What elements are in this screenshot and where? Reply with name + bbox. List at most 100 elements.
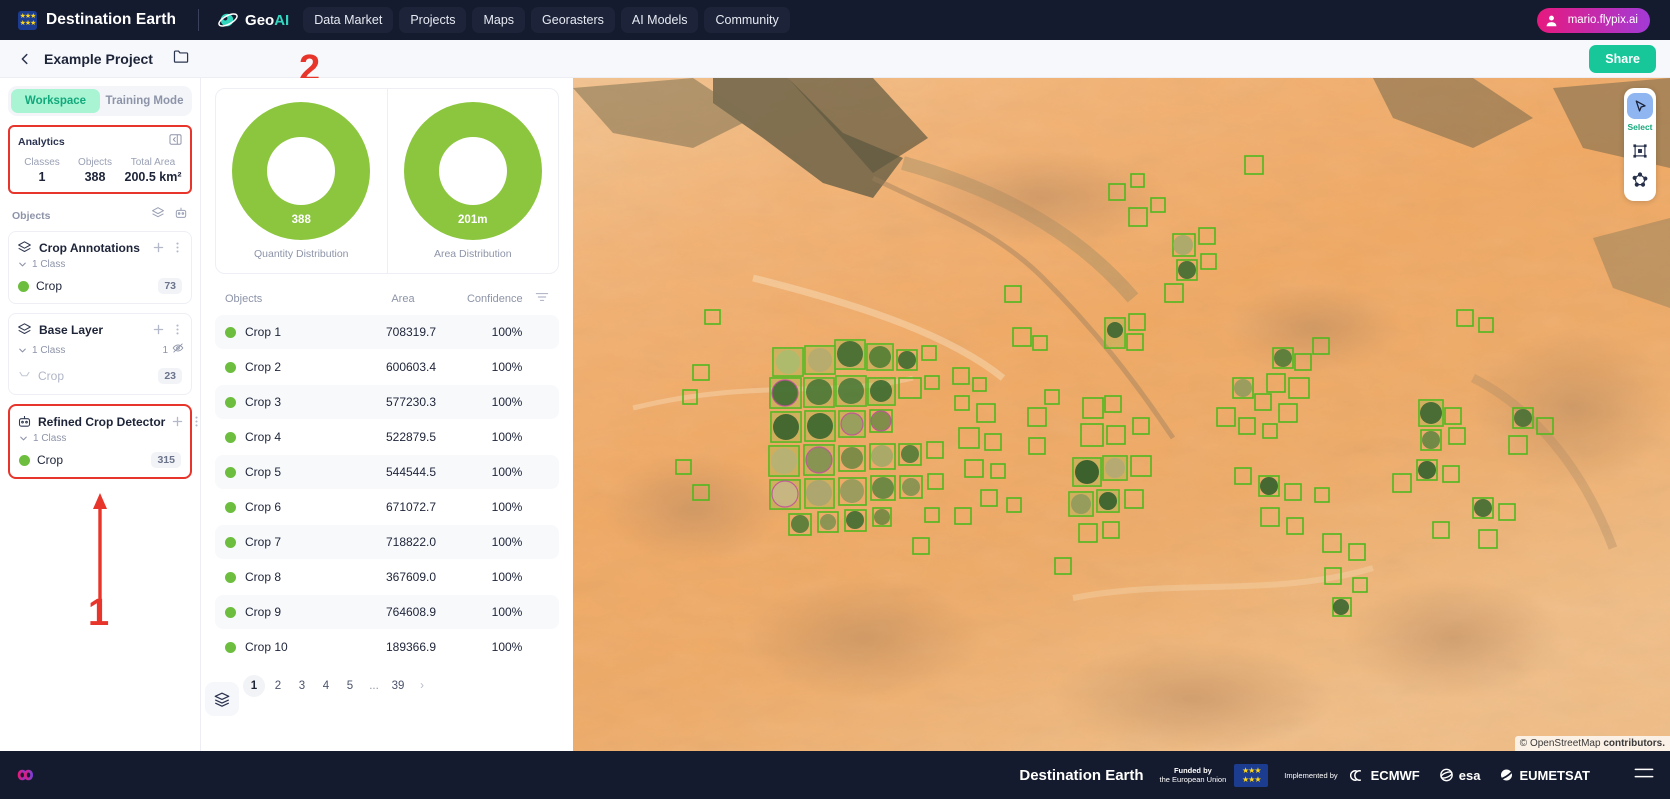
layer-menu-icon[interactable] (190, 415, 200, 428)
eu-flag-footer-icon: ★★★ ★★★ (1234, 763, 1269, 787)
layer-card-refined-crop-detector[interactable]: Refined Crop Detector 1 Class Crop 315 (8, 404, 198, 479)
tool-select-label: Select (1627, 122, 1653, 132)
table-row[interactable]: Crop 9 764608.9 100% (215, 595, 559, 629)
footer-menu-icon[interactable] (1634, 766, 1654, 785)
user-menu-button[interactable]: mario.flypix.ai (1536, 7, 1650, 33)
row-confidence: 100% (491, 605, 523, 619)
user-avatar-icon (1543, 12, 1560, 29)
row-confidence: 100% (491, 430, 523, 444)
layer-card-base-layer[interactable]: Base Layer 1 Class 1 Crop 23 (8, 313, 192, 395)
pagination-page-3[interactable]: 3 (291, 675, 313, 697)
layer-class-row[interactable]: Crop 23 (16, 363, 184, 389)
robot-icon (17, 413, 32, 430)
class-count-badge: 73 (158, 278, 182, 294)
layer-class-row[interactable]: Crop 73 (16, 274, 184, 298)
class-name: Crop (37, 453, 64, 467)
chevron-down-icon[interactable] (17, 345, 28, 356)
collapse-panel-icon[interactable] (169, 133, 182, 151)
layer-add-icon[interactable] (171, 415, 184, 428)
nav-item-georasters[interactable]: Georasters (531, 7, 615, 33)
layer-card-crop-annotations[interactable]: Crop Annotations 1 Class Crop 73 (8, 231, 192, 304)
eumetsat-logo: EUMETSAT (1498, 767, 1590, 783)
nav-item-community[interactable]: Community (704, 7, 790, 33)
row-color-dot (225, 396, 236, 408)
analytics-panel: Analytics Classes 1 Objects 388 Total Ar… (8, 125, 192, 194)
layer-menu-icon[interactable] (171, 323, 184, 336)
pagination-page-1[interactable]: 1 (243, 675, 265, 697)
geoai-logo[interactable]: GeoAI (217, 9, 289, 31)
table-row[interactable]: Crop 8 367609.0 100% (215, 560, 559, 594)
row-area: 544544.5 (385, 465, 437, 479)
table-row[interactable]: Crop 1 708319.7 100% (215, 315, 559, 349)
filter-icon[interactable] (535, 291, 549, 306)
row-color-dot (225, 466, 236, 478)
attribution-link[interactable]: contributors. (1603, 738, 1665, 749)
row-object-name: Crop 2 (245, 360, 282, 374)
table-row[interactable]: Crop 7 718822.0 100% (215, 525, 559, 559)
pagination-page-4[interactable]: 4 (315, 675, 337, 697)
stat-total-area: Total Area 200.5 km² (124, 157, 182, 184)
add-model-icon[interactable] (174, 206, 188, 225)
table-row[interactable]: Crop 10 189366.9 100% (215, 630, 559, 664)
nav-item-maps[interactable]: Maps (472, 7, 526, 33)
analytics-header: Analytics (18, 133, 182, 151)
table-row[interactable]: Crop 3 577230.3 100% (215, 385, 559, 419)
layer-menu-icon[interactable] (171, 241, 184, 254)
stat-total-area-value: 200.5 km² (124, 170, 182, 184)
back-button[interactable] (14, 48, 36, 70)
chevron-down-icon[interactable] (18, 433, 29, 444)
chart-quantity-distribution: 388 Quantity Distribution (216, 89, 387, 273)
table-row[interactable]: Crop 6 671072.7 100% (215, 490, 559, 524)
eye-off-icon[interactable] (172, 341, 184, 359)
layer-add-icon[interactable] (152, 323, 165, 336)
row-area: 577230.3 (385, 395, 437, 409)
tool-polygon-button[interactable] (1627, 167, 1653, 193)
chevron-down-icon[interactable] (17, 259, 28, 270)
layer-add-icon[interactable] (152, 241, 165, 254)
map-attribution[interactable]: © OpenStreetMap contributors. (1514, 736, 1670, 751)
row-object-name: Crop 4 (245, 430, 282, 444)
row-confidence: 100% (491, 535, 523, 549)
pagination-page-39[interactable]: 39 (387, 675, 409, 697)
nav-items: Data Market Projects Maps Georasters AI … (303, 7, 790, 33)
table-row[interactable]: Crop 5 544544.5 100% (215, 455, 559, 489)
objects-section-title: Objects (12, 209, 51, 222)
pagination-next[interactable]: › (411, 675, 433, 697)
row-color-dot (225, 326, 236, 338)
map-canvas[interactable]: Select © OpenStreetMap contributors. (573, 78, 1670, 751)
layer-class-row[interactable]: Crop 315 (17, 448, 183, 472)
class-name: Crop (38, 369, 65, 383)
hidden-count: 1 (162, 344, 168, 356)
folder-icon[interactable] (173, 49, 190, 69)
table-row[interactable]: Crop 4 522879.5 100% (215, 420, 559, 454)
map-layers-button[interactable] (205, 682, 239, 716)
footer-bar: Destination Earth Funded by the European… (0, 751, 1670, 799)
row-object-name: Crop 1 (245, 325, 282, 339)
nav-item-data-market[interactable]: Data Market (303, 7, 394, 33)
destination-earth-logo[interactable]: ★★★ ★★★ Destination Earth (18, 10, 176, 30)
table-row[interactable]: Crop 2 600603.4 100% (215, 350, 559, 384)
tool-select-button[interactable] (1627, 93, 1653, 119)
layer-header: Refined Crop Detector (17, 413, 198, 430)
nav-item-projects[interactable]: Projects (399, 7, 467, 33)
pagination-page-5[interactable]: 5 (339, 675, 361, 697)
infinity-logo-icon[interactable] (16, 765, 50, 785)
stat-total-area-label: Total Area (130, 157, 176, 168)
share-button[interactable]: Share (1589, 44, 1656, 73)
nav-item-ai-models[interactable]: AI Models (620, 7, 699, 33)
tool-bbox-button[interactable] (1627, 138, 1653, 164)
row-area: 522879.5 (385, 430, 437, 444)
layer-name: Base Layer (39, 322, 104, 337)
chart-title: Quantity Distribution (253, 248, 349, 260)
row-confidence: 100% (491, 360, 523, 374)
add-layer-icon[interactable] (151, 206, 165, 225)
tab-training-mode[interactable]: Training Mode (100, 89, 189, 113)
row-area: 708319.7 (385, 325, 437, 339)
pagination-page-2[interactable]: 2 (267, 675, 289, 697)
row-confidence: 100% (491, 325, 523, 339)
polygon-icon (1632, 172, 1648, 188)
tab-workspace[interactable]: Workspace (11, 89, 100, 113)
ecmwf-logo: ECMWF (1349, 768, 1420, 783)
row-object-name: Crop 6 (245, 500, 282, 514)
row-object-name: Crop 9 (245, 605, 282, 619)
